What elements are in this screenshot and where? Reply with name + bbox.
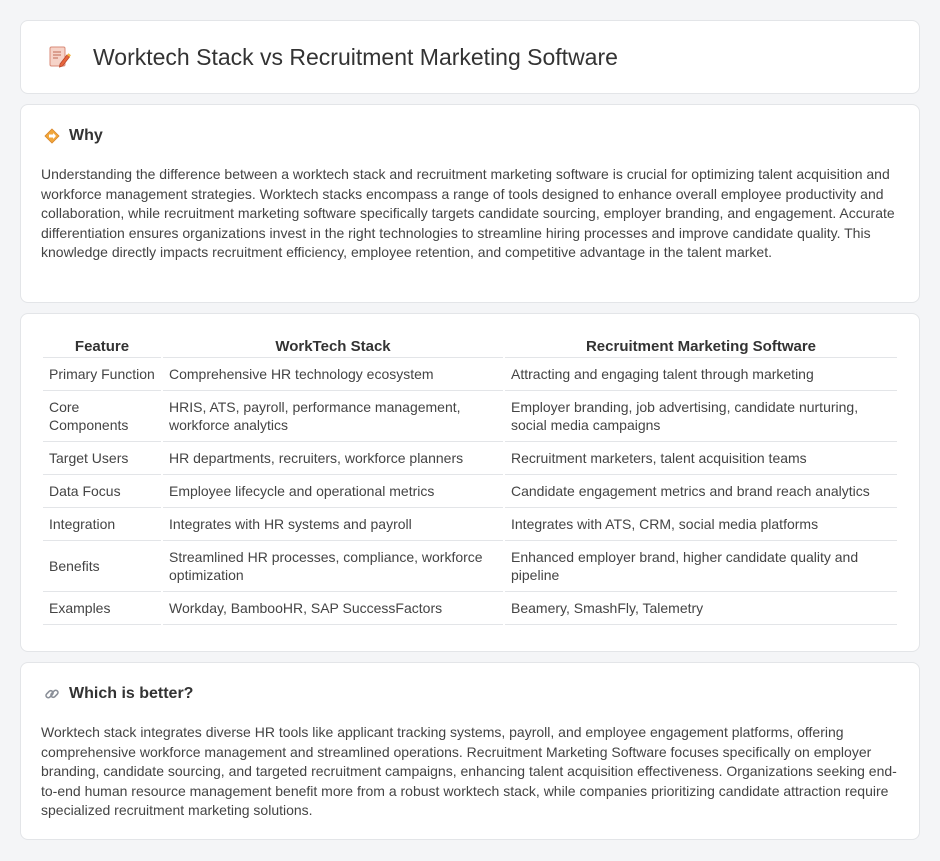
column-header-feature: Feature — [43, 332, 161, 358]
link-icon — [43, 685, 61, 703]
better-heading: Which is better? — [41, 685, 899, 703]
table-cell-recruitment: Integrates with ATS, CRM, social media p… — [505, 508, 897, 541]
table-cell-recruitment: Recruitment marketers, talent acquisitio… — [505, 442, 897, 475]
document-pencil-icon — [45, 43, 73, 71]
table-cell-worktech: HR departments, recruiters, workforce pl… — [163, 442, 503, 475]
table-cell-recruitment: Attracting and engaging talent through m… — [505, 358, 897, 391]
table-cell-recruitment: Employer branding, job advertising, cand… — [505, 391, 897, 442]
table-cell-worktech: Workday, BambooHR, SAP SuccessFactors — [163, 592, 503, 625]
better-section: Which is better? Worktech stack integrat… — [20, 662, 920, 840]
page-title: Worktech Stack vs Recruitment Marketing … — [93, 43, 618, 70]
table-cell-recruitment: Candidate engagement metrics and brand r… — [505, 475, 897, 508]
table-cell-feature: Core Components — [43, 391, 161, 442]
table-cell-feature: Primary Function — [43, 358, 161, 391]
table-row: Primary Function Comprehensive HR techno… — [43, 358, 897, 391]
table-row: Integration Integrates with HR systems a… — [43, 508, 897, 541]
better-title: Which is better? — [69, 685, 194, 702]
table-row: Examples Workday, BambooHR, SAP SuccessF… — [43, 592, 897, 625]
diamond-warning-icon — [43, 127, 61, 145]
table-row: Target Users HR departments, recruiters,… — [43, 442, 897, 475]
table-cell-feature: Benefits — [43, 541, 161, 592]
comparison-table: Feature WorkTech Stack Recruitment Marke… — [41, 332, 899, 625]
better-body: Worktech stack integrates diverse HR too… — [41, 724, 897, 819]
table-header-row: Feature WorkTech Stack Recruitment Marke… — [43, 332, 897, 358]
table-row: Core Components HRIS, ATS, payroll, perf… — [43, 391, 897, 442]
table-cell-feature: Data Focus — [43, 475, 161, 508]
why-body: Understanding the difference between a w… — [41, 166, 895, 261]
why-title: Why — [69, 127, 103, 144]
table-cell-recruitment: Beamery, SmashFly, Talemetry — [505, 592, 897, 625]
column-header-worktech: WorkTech Stack — [163, 332, 503, 358]
why-section: Why Understanding the difference between… — [20, 104, 920, 303]
table-cell-recruitment: Enhanced employer brand, higher candidat… — [505, 541, 897, 592]
comparison-table-card: Feature WorkTech Stack Recruitment Marke… — [20, 313, 920, 652]
why-heading: Why — [41, 127, 899, 145]
table-cell-worktech: Comprehensive HR technology ecosystem — [163, 358, 503, 391]
table-cell-feature: Examples — [43, 592, 161, 625]
column-header-recruitment: Recruitment Marketing Software — [505, 332, 897, 358]
table-row: Data Focus Employee lifecycle and operat… — [43, 475, 897, 508]
table-cell-worktech: Streamlined HR processes, compliance, wo… — [163, 541, 503, 592]
table-cell-worktech: Integrates with HR systems and payroll — [163, 508, 503, 541]
table-row: Benefits Streamlined HR processes, compl… — [43, 541, 897, 592]
table-cell-worktech: Employee lifecycle and operational metri… — [163, 475, 503, 508]
table-cell-feature: Target Users — [43, 442, 161, 475]
header-card: Worktech Stack vs Recruitment Marketing … — [20, 20, 920, 94]
table-cell-feature: Integration — [43, 508, 161, 541]
table-cell-worktech: HRIS, ATS, payroll, performance manageme… — [163, 391, 503, 442]
